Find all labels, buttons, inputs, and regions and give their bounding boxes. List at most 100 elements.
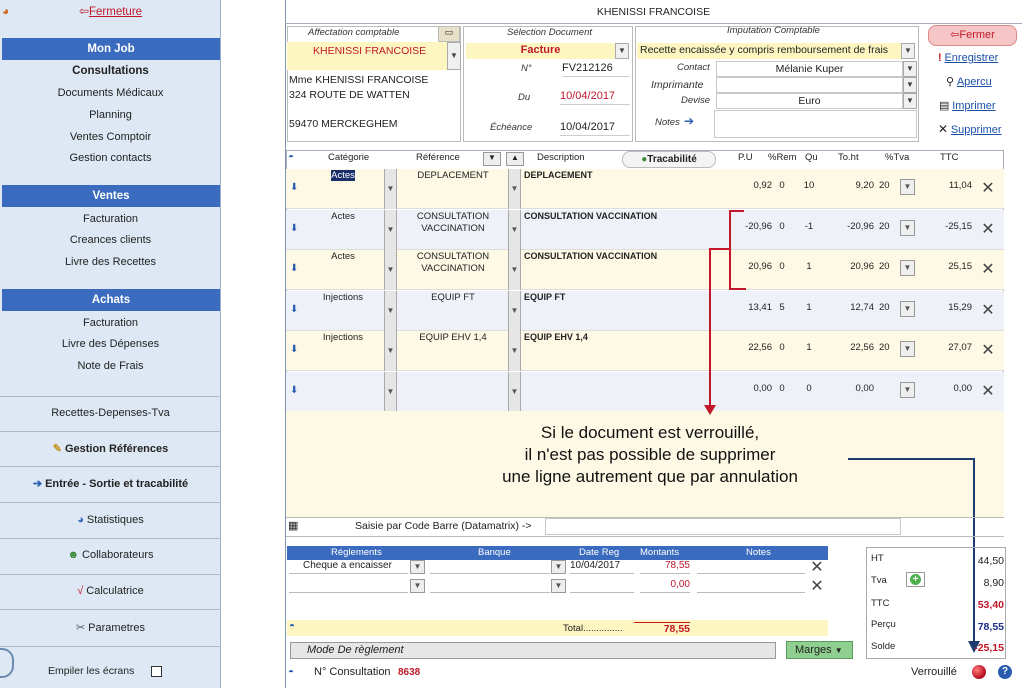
sidebar-item-consultations[interactable]: Consultations [0, 65, 221, 77]
date-reg-field[interactable] [570, 579, 634, 593]
banque-field[interactable] [430, 560, 550, 574]
sidebar-item-recettes-depenses-tva[interactable]: Recettes-Depenses-Tva [0, 407, 221, 419]
fermer-button[interactable]: ⇦Fermer [928, 25, 1017, 46]
reference-dropdown-icon[interactable]: ▼ [508, 291, 521, 331]
cell-categorie[interactable]: Injections [303, 332, 383, 343]
col-header-description[interactable]: Description [537, 152, 585, 163]
col-header-ttc[interactable]: TTC [940, 152, 958, 163]
sidebar-item-planning[interactable]: Planning [0, 109, 221, 121]
sidebar-item-statistiques[interactable]: ◕ Statistiques [0, 514, 221, 526]
cell-reference[interactable]: EQUIP EHV 1,4 [399, 332, 507, 344]
enregistrer-button[interactable]: ! Enregistrer [938, 52, 998, 64]
col-header-rem[interactable]: %Rem [768, 152, 797, 163]
cell-reference[interactable]: CONSULTATION VACCINATION [399, 251, 507, 275]
imputation-dropdown-icon[interactable]: ▼ [901, 43, 915, 59]
reference-dropdown-icon[interactable]: ▼ [508, 169, 521, 209]
contact-dropdown-icon[interactable]: ▼ [903, 61, 917, 77]
sidebar-item-gestion-contacts[interactable]: Gestion contacts [0, 152, 221, 164]
fermeture-link[interactable]: ⇦Fermeture [0, 4, 221, 18]
sidebar-item-creances[interactable]: Creances clients [0, 234, 221, 246]
sidebar-item-parametres[interactable]: ✂ Parametres [0, 621, 221, 634]
notes-field[interactable] [714, 110, 917, 138]
sidebar-item-documents-medicaux[interactable]: Documents Médicaux [0, 87, 221, 99]
cell-rem[interactable]: 0 [774, 180, 790, 191]
imputation-select[interactable]: Recette encaissée y compris remboursemen… [637, 43, 901, 59]
categorie-dropdown-icon[interactable]: ▼ [384, 291, 397, 331]
cell-categorie[interactable]: Actes [303, 251, 383, 262]
contact-select[interactable]: Mélanie Kuper [716, 61, 903, 77]
mode-dropdown-icon[interactable]: ▼ [410, 560, 425, 574]
date-reg-field[interactable]: 10/04/2017 [570, 560, 634, 574]
delete-row-icon[interactable]: ✕ [807, 557, 827, 577]
apercu-button[interactable]: ⚲ Apercu [946, 75, 992, 88]
sidebar-item-calculatrice[interactable]: √ Calculatrice [0, 585, 221, 597]
tracabilite-button[interactable]: ●Tracabilité [622, 151, 716, 168]
echeance-field[interactable]: 10/04/2017 [560, 121, 630, 136]
row-arrow-down-icon[interactable]: ⬇ [290, 344, 298, 355]
mode-dropdown-icon[interactable]: ▼ [410, 579, 425, 593]
date-du-field[interactable]: 10/04/2017 [560, 90, 630, 105]
categorie-dropdown-icon[interactable]: ▼ [384, 210, 397, 250]
col-header-categorie[interactable]: Catégorie [328, 152, 369, 163]
reglement-mode-field[interactable] [289, 579, 408, 593]
row-arrow-down-icon[interactable]: ⬇ [290, 304, 298, 315]
supprimer-button[interactable]: ✕ Supprimer [938, 122, 1002, 136]
marges-button[interactable]: Marges ▼ [786, 641, 853, 659]
reglement-notes-field[interactable] [697, 579, 805, 593]
sidebar-item-collaborateurs[interactable]: ☻ Collaborateurs [0, 549, 221, 561]
sort-up-icon[interactable]: ▲ [506, 152, 524, 166]
sort-down-icon[interactable]: ▼ [483, 152, 501, 166]
cell-reference[interactable]: EQUIP FT [399, 292, 507, 304]
cell-description[interactable]: DEPLACEMENT [524, 170, 720, 180]
categorie-dropdown-icon[interactable]: ▼ [384, 372, 397, 412]
sidebar-item-entree-sortie[interactable]: ➔ Entrée - Sortie et tracabilité [0, 477, 221, 490]
banque-field[interactable] [430, 579, 550, 593]
col-header-reference[interactable]: Référence [416, 152, 460, 163]
tva-dropdown-icon[interactable]: ▼ [900, 179, 915, 195]
numero-field[interactable]: FV212126 [562, 62, 630, 77]
row-arrow-down-icon[interactable]: ⬇ [290, 223, 298, 234]
devise-dropdown-icon[interactable]: ▼ [903, 93, 917, 109]
document-type-dropdown-icon[interactable]: ▼ [615, 43, 629, 59]
col-header-toht[interactable]: To.ht [838, 152, 859, 163]
folder-icon[interactable]: ▭ [438, 26, 460, 42]
affectation-dropdown-icon[interactable]: ▼ [447, 42, 461, 70]
imprimer-button[interactable]: ▤ Imprimer [939, 99, 996, 112]
categorie-dropdown-icon[interactable]: ▼ [384, 169, 397, 209]
empiler-checkbox[interactable] [151, 666, 162, 677]
cell-pu[interactable]: 0,92 [722, 180, 773, 191]
reference-dropdown-icon[interactable]: ▼ [508, 331, 521, 371]
categorie-dropdown-icon[interactable]: ▼ [384, 250, 397, 290]
reference-dropdown-icon[interactable]: ▼ [508, 210, 521, 250]
sidebar-item-ventes-comptoir[interactable]: Ventes Comptoir [0, 131, 221, 143]
sidebar-item-gestion-references[interactable]: ✎ Gestion Références [0, 442, 221, 455]
row-arrow-down-icon[interactable]: ⬇ [290, 182, 298, 193]
delete-row-icon[interactable]: ✕ [807, 576, 827, 596]
document-type-select[interactable]: Facture [466, 43, 615, 59]
row-arrow-down-icon[interactable]: ⬇ [290, 263, 298, 274]
col-header-pu[interactable]: P.U [738, 152, 753, 163]
delete-line-icon[interactable]: ✕ [978, 178, 998, 198]
montant-field[interactable]: 0,00 [640, 579, 690, 593]
sidebar-item-facturation-ventes[interactable]: Facturation [0, 213, 221, 225]
barcode-input[interactable] [545, 518, 901, 535]
sidebar-item-facturation-achats[interactable]: Facturation [0, 317, 221, 329]
cell-ttc[interactable]: 11,04 [920, 180, 972, 191]
add-tva-button[interactable]: + [906, 572, 925, 587]
montant-field[interactable]: 78,55 [640, 560, 690, 574]
cell-categorie[interactable]: Injections [303, 292, 383, 303]
sidebar-item-livre-depenses[interactable]: Livre des Dépenses [0, 338, 221, 350]
banque-dropdown-icon[interactable]: ▼ [551, 560, 566, 574]
col-header-tva[interactable]: %Tva [885, 152, 909, 163]
cell-reference[interactable]: DEPLACEMENT [399, 170, 507, 182]
lock-status-icon[interactable] [972, 665, 986, 679]
cell-categorie[interactable]: Actes [331, 170, 355, 181]
reference-dropdown-icon[interactable]: ▼ [508, 372, 521, 412]
cell-toht[interactable]: 9,20 [826, 180, 875, 191]
cell-qu[interactable]: 10 [796, 180, 822, 191]
col-header-qu[interactable]: Qu [805, 152, 818, 163]
sidebar-item-livre-recettes[interactable]: Livre des Recettes [0, 256, 221, 268]
imprimante-select[interactable] [716, 77, 903, 93]
devise-select[interactable]: Euro [716, 93, 903, 109]
banque-dropdown-icon[interactable]: ▼ [551, 579, 566, 593]
